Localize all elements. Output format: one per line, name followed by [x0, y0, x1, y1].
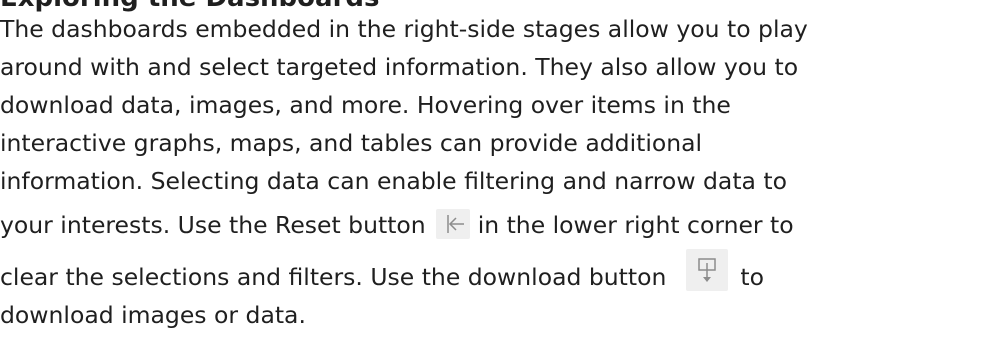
dashboard-help-section: Exploring the Dashboards The dashboards …	[0, 0, 984, 360]
paragraph-line-6-start: your interests. Use the Reset button	[0, 211, 426, 239]
paragraph-line-7-end: to	[740, 263, 764, 291]
paragraph-line-7-start: clear the selections and filters. Use th…	[0, 263, 667, 291]
paragraph-line-1: The dashboards embedded in the right-sid…	[0, 15, 808, 43]
paragraph-line-6-end: in the lower right corner to	[477, 211, 794, 239]
paragraph-line-8: download images or data.	[0, 301, 306, 329]
download-icon	[686, 248, 729, 291]
paragraph-line-6: your interests. Use the Reset button in …	[0, 206, 984, 244]
paragraph-line-7: clear the selections and filters. Use th…	[0, 248, 984, 296]
paragraph-line-3: download data, images, and more. Hoverin…	[0, 91, 731, 119]
help-paragraph: The dashboards embedded in the right-sid…	[0, 10, 984, 334]
paragraph-line-2: around with and select targeted informat…	[0, 53, 799, 81]
paragraph-line-5: information. Selecting data can enable f…	[0, 167, 787, 195]
reset-icon	[435, 208, 470, 239]
paragraph-line-4: interactive graphs, maps, and tables can…	[0, 129, 703, 157]
